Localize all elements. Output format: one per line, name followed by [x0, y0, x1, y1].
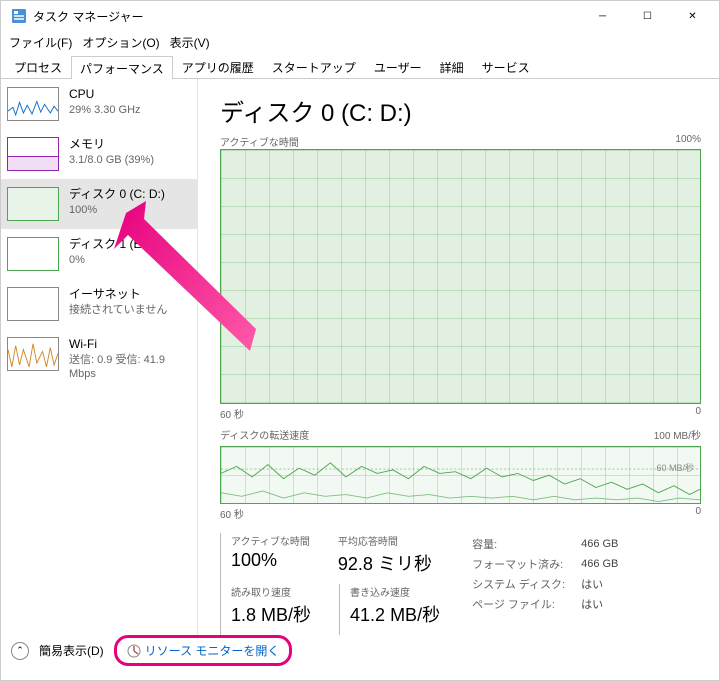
chart2-x-right: 0: [695, 506, 701, 521]
bottombar: ⌃ 簡易表示(D) リソース モニターを開く: [11, 635, 709, 666]
tab-app-history[interactable]: アプリの履歴: [173, 55, 263, 78]
sidebar-item-disk1[interactable]: ディスク 1 (E:)0%: [1, 229, 197, 279]
sidebar: CPU29% 3.30 GHz メモリ3.1/8.0 GB (39%) ディスク…: [1, 79, 198, 639]
menu-view[interactable]: 表示(V): [170, 34, 210, 51]
chart2-x-left: 60 秒: [220, 506, 244, 521]
chart1-label-left: アクティブな時間: [220, 134, 299, 149]
sidebar-item-sub: 3.1/8.0 GB (39%): [69, 153, 154, 167]
sidebar-item-label: Wi-Fi: [69, 337, 191, 353]
tab-users[interactable]: ユーザー: [365, 55, 431, 78]
sidebar-item-sub: 29% 3.30 GHz: [69, 103, 141, 117]
wifi-thumb-icon: [7, 337, 59, 371]
ethernet-thumb-icon: [7, 287, 59, 321]
sidebar-item-memory[interactable]: メモリ3.1/8.0 GB (39%): [1, 129, 197, 179]
transfer-rate-chart: 60 MB/秒: [220, 446, 701, 504]
main-panel: ディスク 0 (C: D:) アクティブな時間 100% 60 秒 0 ディスクの転…: [198, 79, 719, 639]
menu-file[interactable]: ファイル(F): [9, 34, 72, 51]
stat-read-value: 1.8 MB/秒: [231, 601, 311, 627]
stat-write-value: 41.2 MB/秒: [350, 601, 440, 627]
minimize-button[interactable]: ─: [580, 2, 625, 30]
chart1-label-right: 100%: [675, 134, 701, 149]
tab-performance[interactable]: パフォーマンス: [71, 56, 173, 79]
sidebar-item-label: メモリ: [69, 137, 154, 153]
active-time-chart: [220, 149, 701, 404]
sidebar-item-label: ディスク 0 (C: D:): [69, 187, 165, 203]
menu-options[interactable]: オプション(O): [82, 34, 159, 51]
chart1-x-right: 0: [695, 406, 701, 421]
menubar: ファイル(F) オプション(O) 表示(V): [1, 31, 719, 53]
tab-details[interactable]: 詳細: [431, 55, 473, 78]
resource-monitor-highlight: リソース モニターを開く: [114, 635, 293, 666]
sidebar-item-cpu[interactable]: CPU29% 3.30 GHz: [1, 79, 197, 129]
chart2-label-right: 100 MB/秒: [654, 427, 701, 442]
tabstrip: プロセス パフォーマンス アプリの履歴 スタートアップ ユーザー 詳細 サービス: [1, 55, 719, 79]
cpu-thumb-icon: [7, 87, 59, 121]
sidebar-item-wifi[interactable]: Wi-Fi送信: 0.9 受信: 41.9 Mbps: [1, 329, 197, 389]
sidebar-item-sub: 100%: [69, 203, 165, 217]
sidebar-item-label: ディスク 1 (E:): [69, 237, 149, 253]
stat-read-label: 読み取り速度: [231, 584, 311, 599]
memory-thumb-icon: [7, 137, 59, 171]
chart1-x-left: 60 秒: [220, 406, 244, 421]
maximize-button[interactable]: ☐: [625, 2, 670, 30]
sidebar-item-disk0[interactable]: ディスク 0 (C: D:)100%: [1, 179, 197, 229]
window-title: タスク マネージャー: [33, 8, 580, 25]
tab-processes[interactable]: プロセス: [5, 55, 71, 78]
app-icon: [11, 8, 27, 24]
disk-thumb-icon: [7, 187, 59, 221]
fewer-details-button[interactable]: 簡易表示(D): [39, 642, 104, 659]
sidebar-item-sub: 0%: [69, 253, 149, 267]
stat-active-label: アクティブな時間: [231, 533, 310, 548]
stat-active-value: 100%: [231, 550, 310, 571]
disk-thumb-icon: [7, 237, 59, 271]
sidebar-item-label: CPU: [69, 87, 141, 103]
stat-resp-value: 92.8 ミリ秒: [338, 550, 432, 576]
stat-resp-label: 平均応答時間: [338, 533, 432, 548]
disk-info: 容量:466 GB フォーマット済み:466 GB システム ディスク:はい ペ…: [470, 533, 634, 635]
sidebar-item-sub: 接続されていません: [69, 303, 167, 317]
stat-write-label: 書き込み速度: [350, 584, 440, 599]
tab-startup[interactable]: スタートアップ: [263, 55, 365, 78]
close-button[interactable]: ✕: [670, 2, 715, 30]
tab-services[interactable]: サービス: [473, 55, 539, 78]
chevron-up-icon[interactable]: ⌃: [11, 642, 29, 660]
sidebar-item-label: イーサネット: [69, 287, 167, 303]
titlebar: タスク マネージャー ─ ☐ ✕: [1, 1, 719, 31]
chart2-label-left: ディスクの転送速度: [220, 427, 309, 442]
resmon-icon: [127, 644, 141, 658]
page-title: ディスク 0 (C: D:): [220, 93, 701, 128]
sidebar-item-ethernet[interactable]: イーサネット接続されていません: [1, 279, 197, 329]
open-resource-monitor-link[interactable]: リソース モニターを開く: [145, 642, 280, 659]
sidebar-item-sub: 送信: 0.9 受信: 41.9 Mbps: [69, 353, 191, 382]
